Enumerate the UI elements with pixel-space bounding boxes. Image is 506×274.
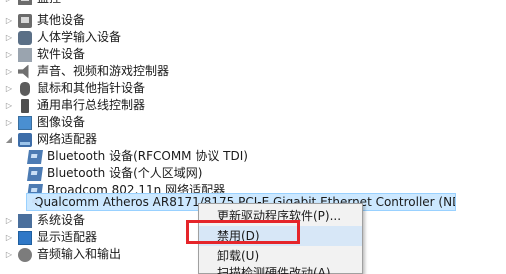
chevron-down-icon[interactable]: ◢: [4, 131, 14, 148]
menu-item-scan-hardware[interactable]: 扫描检测硬件改动(A): [199, 263, 362, 274]
tree-item-label: 鼠标和其他指针设备: [37, 81, 146, 95]
tree-item-label: 音频输入和输出: [37, 247, 122, 261]
tree-item-bt-rfcomm[interactable]: Bluetooth 设备(RFCOMM 协议 TDI): [27, 148, 248, 165]
tree-item-other-devices[interactable]: ▷ 其他设备: [4, 12, 85, 29]
audio-io-icon: [18, 247, 32, 262]
network-card-icon: [28, 195, 30, 209]
network-card-icon: [27, 149, 43, 164]
tree-item-system-devices[interactable]: ▷ 系统设备: [4, 212, 85, 229]
chevron-right-icon[interactable]: ▷: [4, 63, 14, 80]
usb-icon: [21, 98, 29, 113]
tree-item-audio-io[interactable]: ▷ 音频输入和输出: [4, 246, 121, 263]
system-device-icon: [18, 213, 32, 228]
tree-item-software-devices[interactable]: ▷ 软件设备: [4, 46, 85, 63]
tree-item-label: Bluetooth 设备(RFCOMM 协议 TDI): [47, 149, 248, 163]
hid-icon: [18, 30, 32, 45]
tree-item-monitors[interactable]: ▷ 监控: [4, 0, 61, 5]
chevron-right-icon[interactable]: ▷: [4, 229, 14, 246]
tree-item-label: 图像设备: [37, 115, 86, 129]
tree-item-display-adapters[interactable]: ▷ 显示适配器: [4, 229, 97, 246]
tree-item-mice[interactable]: ▷ 鼠标和其他指针设备: [4, 80, 145, 97]
tree-item-label: 声音、视频和游戏控制器: [37, 64, 170, 78]
chevron-right-icon[interactable]: ▷: [4, 246, 14, 263]
tree-item-bt-pan[interactable]: Bluetooth 设备(个人区域网): [27, 165, 203, 182]
highlight-box: [186, 220, 300, 244]
chevron-right-icon[interactable]: ▷: [4, 46, 14, 63]
chevron-right-icon[interactable]: ▷: [4, 97, 14, 114]
display-adapter-icon: [18, 230, 32, 245]
tree-item-label: 人体学输入设备: [37, 30, 122, 44]
network-adapter-icon: [18, 132, 32, 147]
chevron-right-icon[interactable]: ▷: [4, 80, 14, 97]
mouse-icon: [20, 81, 30, 96]
tree-item-label: 显示适配器: [37, 230, 98, 244]
speaker-icon: [18, 64, 29, 79]
tree-item-label: 软件设备: [37, 47, 86, 61]
chevron-right-icon[interactable]: ▷: [4, 212, 14, 229]
other-devices-icon: [18, 13, 32, 28]
tree-item-label: 网络适配器: [37, 132, 98, 146]
tree-item-usb-controllers[interactable]: ▷ 通用串行总线控制器: [4, 97, 145, 114]
chevron-right-icon[interactable]: ▷: [4, 0, 14, 5]
monitor-icon: [18, 0, 32, 5]
tree-item-hid[interactable]: ▷ 人体学输入设备: [4, 29, 121, 46]
tree-item-sound-video-game[interactable]: ▷ 声音、视频和游戏控制器: [4, 63, 169, 80]
tree-item-label: 系统设备: [37, 213, 86, 227]
chevron-right-icon[interactable]: ▷: [4, 12, 14, 29]
tree-item-label: 通用串行总线控制器: [37, 98, 146, 112]
tree-item-label: 监控: [37, 0, 61, 5]
chevron-right-icon[interactable]: ▷: [4, 29, 14, 46]
camera-icon: [18, 115, 32, 130]
tree-item-label: 其他设备: [37, 13, 86, 27]
network-card-icon: [27, 166, 43, 181]
tree-item-label: Bluetooth 设备(个人区域网): [47, 166, 203, 180]
tree-item-network-adapters[interactable]: ◢ 网络适配器: [4, 131, 97, 148]
software-device-icon: [18, 47, 32, 62]
chevron-right-icon[interactable]: ▷: [4, 114, 14, 131]
tree-item-imaging-devices[interactable]: ▷ 图像设备: [4, 114, 85, 131]
